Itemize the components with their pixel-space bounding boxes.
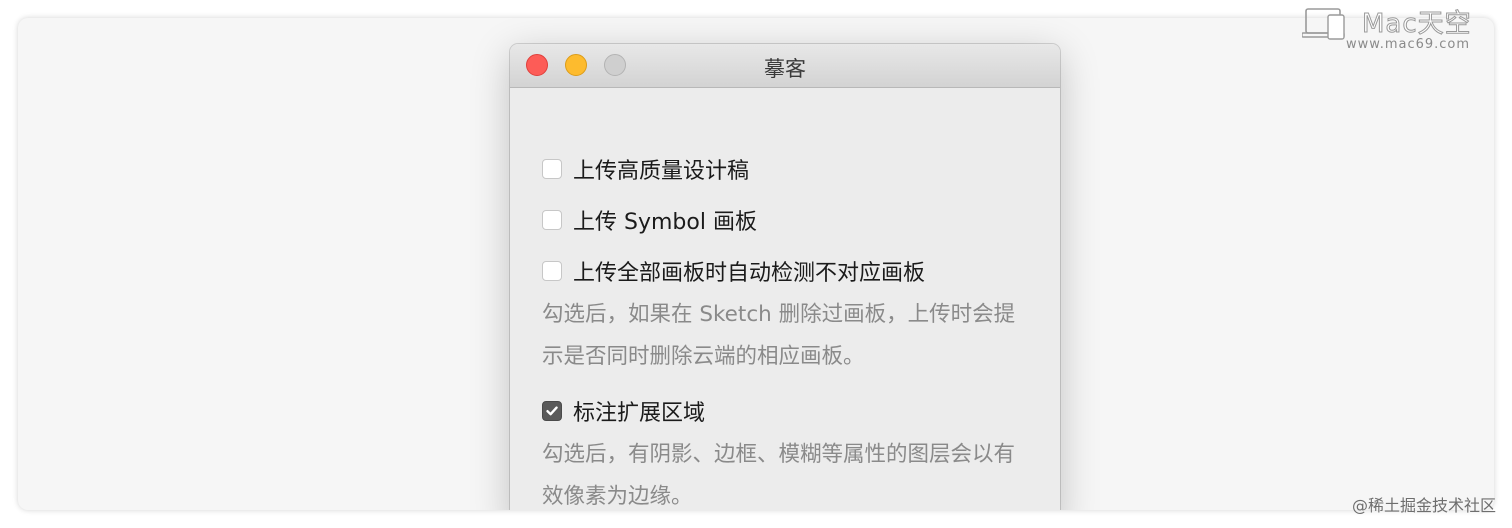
window-title: 摹客 [764,57,806,81]
watermark-url: www.mac69.com [1346,37,1471,52]
checkbox-upload-high-quality[interactable] [542,159,562,179]
option-upload-high-quality[interactable]: 上传高质量设计稿 [542,154,749,184]
checkbox-auto-detect[interactable] [542,261,562,281]
option-upload-symbol[interactable]: 上传 Symbol 画板 [542,205,757,235]
preferences-window: 摹客 上传高质量设计稿 上传 Symbol 画板 上传全部画板时自动检测不对应画… [510,44,1060,510]
option-label: 上传全部画板时自动检测不对应画板 [573,261,926,286]
screenshot-frame: 摹客 上传高质量设计稿 上传 Symbol 画板 上传全部画板时自动检测不对应画… [18,18,1494,510]
checkbox-annotation-extend[interactable] [542,401,562,421]
auto-detect-description: 勾选后，如果在 Sketch 删除过画板，上传时会提示是否同时删除云端的相应画板… [542,302,1016,369]
title-bar[interactable]: 摹客 [510,44,1060,88]
option-label: 上传 Symbol 画板 [573,210,757,235]
watermark-title: Mac天空 [1362,9,1472,40]
annotation-extend-description: 勾选后，有阴影、边框、模糊等属性的图层会以有效像素为边缘。 [542,442,1016,509]
option-auto-detect[interactable]: 上传全部画板时自动检测不对应画板 [542,256,925,286]
option-label: 标注扩展区域 [573,401,706,426]
option-annotation-extend[interactable]: 标注扩展区域 [542,396,705,426]
credit-text: @稀土掘金技术社区 [1351,496,1496,515]
checkmark-icon [546,406,558,416]
checkbox-upload-symbol[interactable] [542,210,562,230]
watermark: Mac天空 www.mac69.com [1302,3,1502,53]
option-label: 上传高质量设计稿 [573,159,750,184]
